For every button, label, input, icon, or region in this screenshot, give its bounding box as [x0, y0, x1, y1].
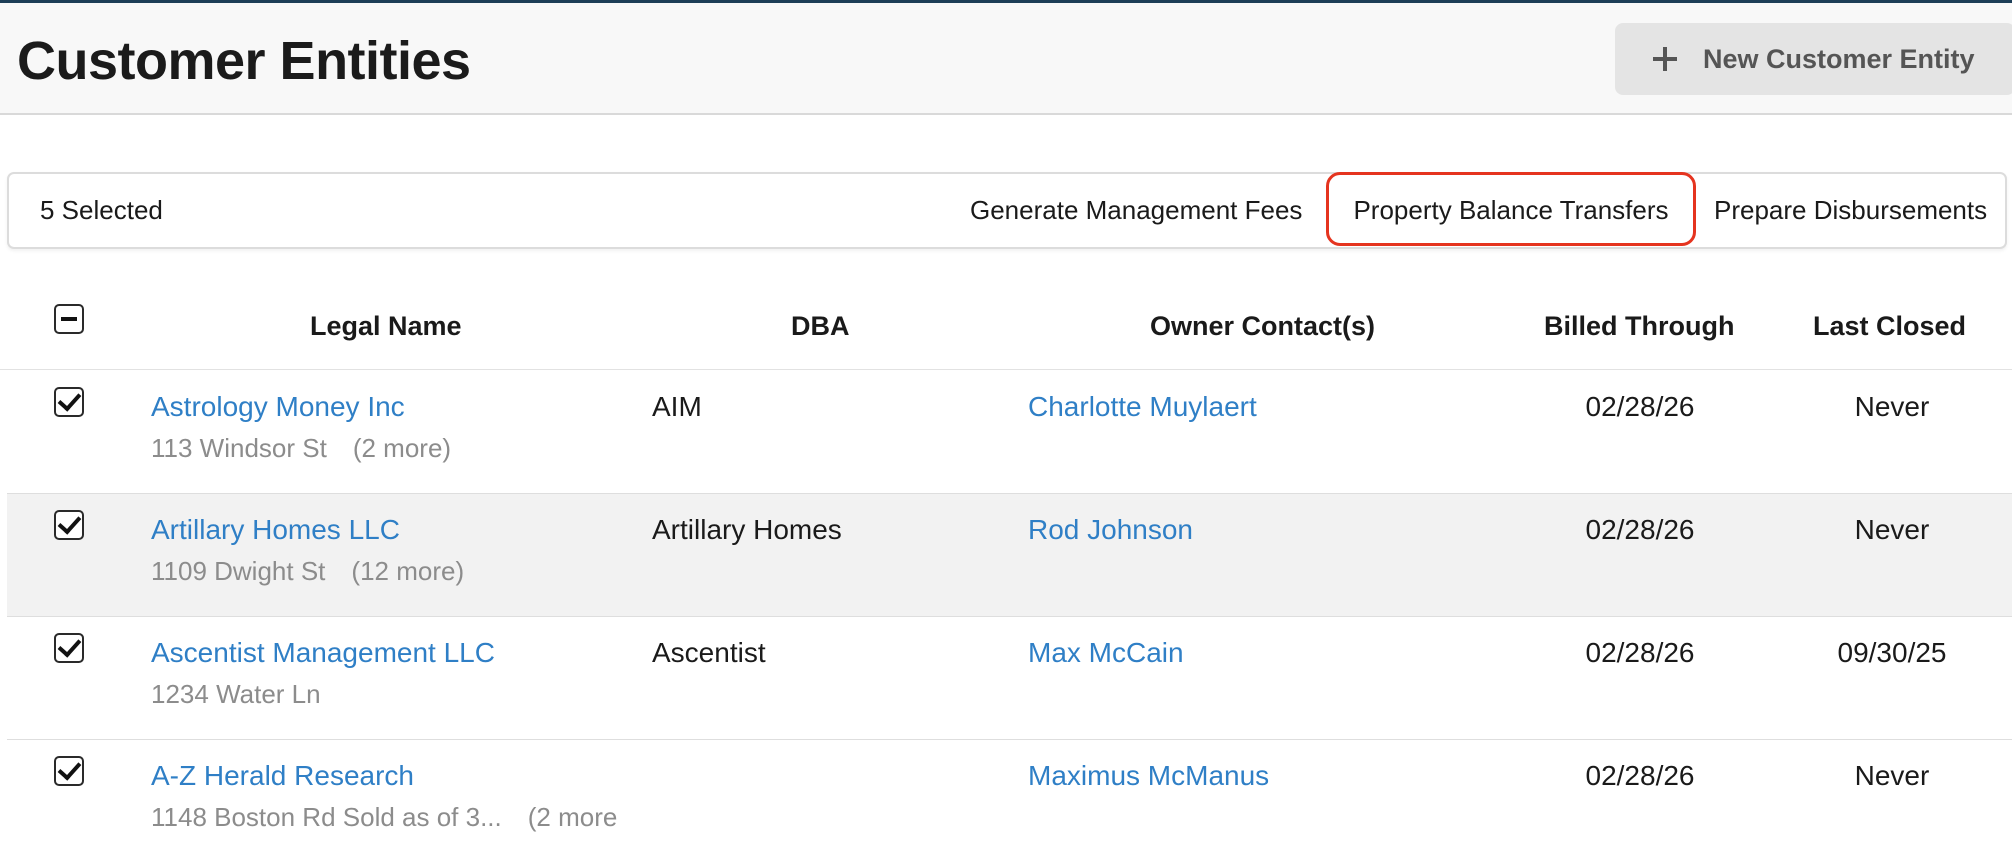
minus-icon — [61, 317, 77, 321]
table-header: Legal Name DBA Owner Contact(s) Billed T… — [0, 280, 2012, 370]
last-closed-value: 09/30/25 — [1837, 637, 1947, 668]
address: 1148 Boston Rd Sold as of 3... — [151, 802, 502, 832]
generate-management-fees-button[interactable]: Generate Management Fees — [970, 174, 1302, 247]
more-addresses[interactable]: (2 more) — [353, 433, 451, 463]
column-header-billed-through[interactable]: Billed Through — [1544, 306, 1734, 346]
row-checkbox[interactable] — [54, 510, 84, 540]
address-text: 1148 Boston Rd Sold as of 3... (2 more — [151, 799, 641, 835]
more-addresses[interactable]: (12 more) — [351, 556, 464, 586]
billed-through-value: 02/28/26 — [1585, 760, 1695, 791]
column-header-dba[interactable]: DBA — [791, 306, 850, 346]
billed-through-value: 02/28/26 — [1585, 637, 1695, 668]
billed-through-value: 02/28/26 — [1585, 391, 1695, 422]
legal-name-link[interactable]: Artillary Homes LLC — [151, 510, 400, 550]
plus-icon — [1653, 47, 1677, 71]
legal-name-link[interactable]: Astrology Money Inc — [151, 387, 405, 427]
select-all-checkbox[interactable] — [54, 304, 84, 334]
owner-contact-link[interactable]: Maximus McManus — [1028, 756, 1269, 796]
address: 113 Windsor St — [151, 433, 327, 463]
table-row[interactable]: Artillary Homes LLC 1109 Dwight St (12 mo… — [7, 494, 2012, 617]
last-closed-value: Never — [1854, 514, 1930, 545]
new-customer-entity-label: New Customer Entity — [1703, 43, 1975, 74]
bulk-action-bar: 5 Selected Generate Management Fees Prop… — [7, 172, 2007, 249]
property-balance-transfers-button[interactable]: Property Balance Transfers — [1326, 172, 1696, 246]
page-header: Customer Entities New Customer Entity — [0, 3, 2012, 115]
checkmark-icon — [57, 510, 82, 535]
column-header-legal-name[interactable]: Legal Name — [310, 306, 462, 346]
address-text: 1109 Dwight St (12 more) — [151, 553, 641, 589]
dba-text: AIM — [652, 391, 702, 422]
column-header-last-closed[interactable]: Last Closed — [1813, 306, 1966, 346]
checkmark-icon — [57, 387, 82, 412]
prepare-disbursements-button[interactable]: Prepare Disbursements — [1714, 174, 1987, 247]
more-addresses[interactable]: (2 more — [528, 802, 618, 832]
last-closed-value: Never — [1854, 760, 1930, 791]
selected-count: 5 Selected — [40, 195, 163, 225]
row-checkbox[interactable] — [54, 387, 84, 417]
new-customer-entity-button[interactable]: New Customer Entity — [1615, 23, 2012, 95]
owner-contact-link[interactable]: Rod Johnson — [1028, 510, 1193, 550]
dba-text: Ascentist — [652, 637, 766, 668]
legal-name-link[interactable]: A-Z Herald Research — [151, 756, 414, 796]
column-header-owner-contacts[interactable]: Owner Contact(s) — [1150, 306, 1375, 346]
checkmark-icon — [57, 633, 82, 658]
owner-contact-link[interactable]: Max McCain — [1028, 633, 1184, 673]
row-checkbox[interactable] — [54, 756, 84, 786]
table-row[interactable]: Astrology Money Inc 113 Windsor St (2 mor… — [7, 371, 2012, 494]
address-text: 113 Windsor St (2 more) — [151, 430, 641, 466]
row-checkbox[interactable] — [54, 633, 84, 663]
page-title: Customer Entities — [17, 31, 471, 91]
address: 1234 Water Ln — [151, 679, 321, 709]
billed-through-value: 02/28/26 — [1585, 514, 1695, 545]
legal-name-link[interactable]: Ascentist Management LLC — [151, 633, 495, 673]
address-text: 1234 Water Ln — [151, 676, 641, 712]
owner-contact-link[interactable]: Charlotte Muylaert — [1028, 387, 1257, 427]
table-row[interactable]: Ascentist Management LLC 1234 Water Ln A… — [7, 617, 2012, 740]
checkmark-icon — [57, 756, 82, 781]
table-row[interactable]: A-Z Herald Research 1148 Boston Rd Sold … — [7, 740, 2012, 863]
last-closed-value: Never — [1854, 391, 1930, 422]
address: 1109 Dwight St — [151, 556, 326, 586]
dba-text: Artillary Homes — [652, 514, 842, 545]
